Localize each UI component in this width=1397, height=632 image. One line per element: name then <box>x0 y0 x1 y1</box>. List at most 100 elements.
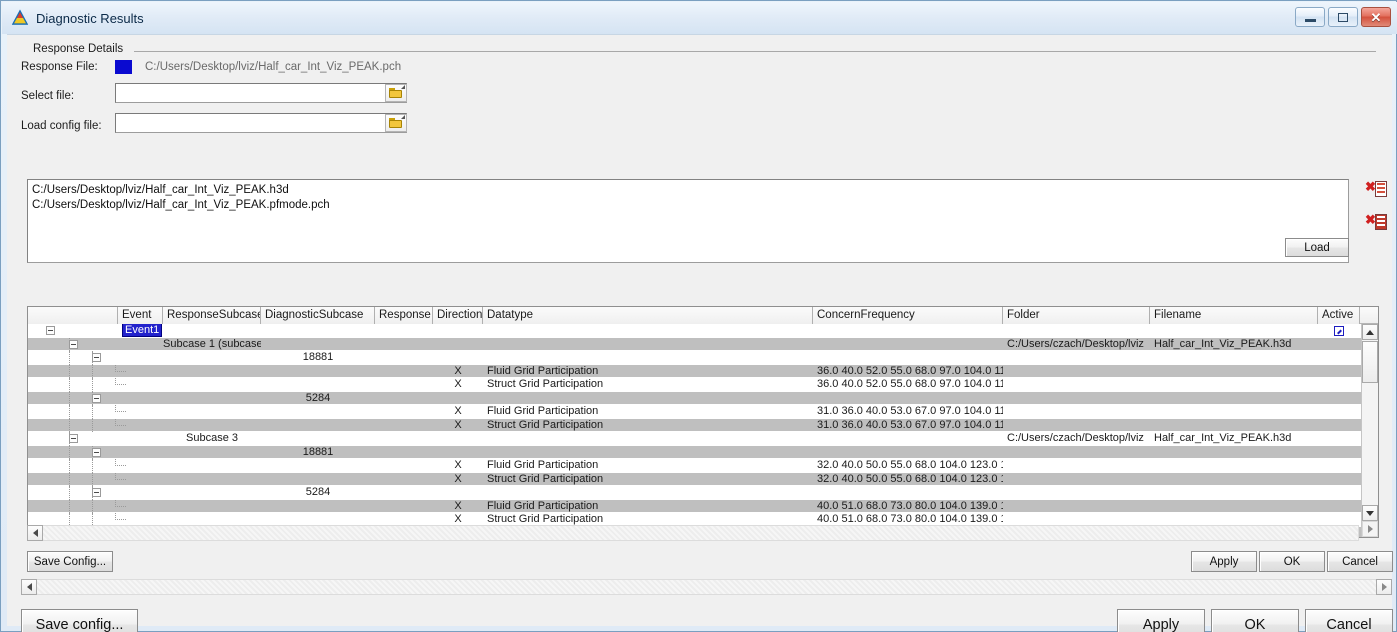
column-header-diagnosticsubcase[interactable]: DiagnosticSubcase <box>261 307 375 324</box>
tree-guide-line <box>92 459 93 473</box>
cell-datatype: Fluid Grid Participation <box>487 459 599 471</box>
load-config-browse-button[interactable] <box>385 114 407 132</box>
folder-browse-icon <box>388 85 405 99</box>
hypermesh-triangle-icon <box>11 9 29 27</box>
load-config-file-input[interactable] <box>115 113 407 133</box>
scroll-down-icon[interactable] <box>1362 505 1378 521</box>
outer-apply-button[interactable]: Apply <box>1117 609 1205 632</box>
cell-datatype: Fluid Grid Participation <box>487 405 599 417</box>
table-row[interactable]: X Struct Grid Participation 31.0 36.0 40.0… <box>28 418 1378 432</box>
table-horizontal-scrollbar[interactable] <box>27 525 1359 541</box>
tree-guide-line <box>69 472 70 486</box>
column-header-blank[interactable] <box>28 307 118 324</box>
inner-ok-button[interactable]: OK <box>1259 551 1325 572</box>
tree-guide-line <box>69 486 70 500</box>
table-row[interactable]: Event1 <box>28 324 1378 338</box>
cell-direction: X <box>454 499 462 512</box>
response-file-path: C:/Users/Desktop/lviz/Half_car_Int_Viz_P… <box>145 61 402 73</box>
delete-selected-file-icon[interactable]: ✖ <box>1365 179 1387 199</box>
table-row[interactable]: 18881 <box>28 351 1378 365</box>
minimize-icon[interactable] <box>1295 7 1325 27</box>
cell-diagnosticsubcase: 5284 <box>305 391 331 404</box>
outer-cancel-button[interactable]: Cancel <box>1305 609 1393 632</box>
table-row[interactable]: X Fluid Grid Participation 31.0 36.0 40.0 … <box>28 405 1378 419</box>
selected-cell-text: Event1 <box>122 324 163 337</box>
dialog-horizontal-scrollbar[interactable] <box>21 579 1392 595</box>
inner-cancel-button[interactable]: Cancel <box>1327 551 1393 572</box>
table-row[interactable]: 5284 <box>28 391 1378 405</box>
column-header-direction[interactable]: Direction <box>433 307 483 324</box>
cell-diagnosticsubcase: 18881 <box>302 351 334 363</box>
outer-save-config-button[interactable]: Save config... <box>21 609 138 632</box>
window-frame: Diagnostic Results ✕ Response Details Re… <box>0 0 1397 632</box>
table-row[interactable]: X Struct Grid Participation 36.0 40.0 52.0… <box>28 378 1378 392</box>
cell-datatype: Struct Grid Participation <box>487 472 604 485</box>
tree-expander-icon[interactable] <box>69 434 78 443</box>
cell-datatype: Struct Grid Participation <box>487 418 604 431</box>
response-file-color-swatch[interactable] <box>115 60 132 74</box>
tree-guide-line <box>92 418 93 432</box>
tree-elbow-line <box>115 364 126 372</box>
cell-concernfrequency: 36.0 40.0 52.0 55.0 68.0 97.0 104.0 112.… <box>817 364 1003 377</box>
tree-guide-line <box>69 499 70 513</box>
table-row[interactable]: 5284 <box>28 486 1378 500</box>
column-header-response[interactable]: Response <box>375 307 433 324</box>
column-header-filename[interactable]: Filename <box>1150 307 1318 324</box>
scroll-up-icon[interactable] <box>1362 324 1378 340</box>
outer-ok-button[interactable]: OK <box>1211 609 1299 632</box>
column-header-active[interactable]: Active <box>1318 307 1360 324</box>
table-row[interactable]: X Fluid Grid Participation 32.0 40.0 50.0 … <box>28 459 1378 473</box>
tree-expander-icon[interactable] <box>69 339 78 349</box>
table-row[interactable]: Subcase 3 C:/Users/czach/Desktop/lviz Half… <box>28 432 1378 446</box>
inner-save-config-button[interactable]: Save Config... <box>27 551 113 572</box>
cell-concernfrequency: 32.0 40.0 50.0 55.0 68.0 104.0 123.0 153… <box>817 472 1003 485</box>
tree-expander-icon[interactable] <box>92 353 101 362</box>
table-row[interactable]: X Struct Grid Participation 32.0 40.0 50.0… <box>28 472 1378 486</box>
scroll-left-icon[interactable] <box>27 525 43 541</box>
dialog-scroll-left-icon[interactable] <box>21 579 37 595</box>
tree-guide-line <box>69 378 70 392</box>
scroll-corner-icon <box>1362 521 1378 537</box>
delete-all-files-icon[interactable]: ✖ <box>1365 212 1387 232</box>
tree-guide-line <box>69 445 70 459</box>
column-header-concernfrequency[interactable]: ConcernFrequency <box>813 307 1003 324</box>
column-header-datatype[interactable]: Datatype <box>483 307 813 324</box>
select-file-input[interactable] <box>115 83 407 103</box>
table-row[interactable]: X Fluid Grid Participation 36.0 40.0 52.0 … <box>28 364 1378 378</box>
column-header-folder[interactable]: Folder <box>1003 307 1150 324</box>
table-vertical-scrollbar[interactable] <box>1361 324 1378 537</box>
loaded-files-list[interactable]: C:/Users/Desktop/lviz/Half_car_Int_Viz_P… <box>27 179 1349 263</box>
dialog-scroll-right-icon[interactable] <box>1376 579 1392 595</box>
select-file-label: Select file: <box>21 90 75 102</box>
cell-folder: C:/Users/czach/Desktop/lviz <box>1007 337 1144 350</box>
close-icon[interactable]: ✕ <box>1361 7 1391 27</box>
tree-expander-icon[interactable] <box>92 447 101 457</box>
table-row[interactable]: Subcase 1 (subcase1) C:/Users/czach/Deskt… <box>28 337 1378 351</box>
column-header-event[interactable]: Event <box>118 307 163 324</box>
table-row[interactable]: X Fluid Grid Participation 40.0 51.0 68.0 … <box>28 499 1378 513</box>
select-file-browse-button[interactable] <box>385 84 407 102</box>
column-header-responsesubcase[interactable]: ResponseSubcase <box>163 307 261 324</box>
table-row[interactable]: 18881 <box>28 445 1378 459</box>
tree-elbow-line <box>115 513 126 520</box>
active-checkbox[interactable] <box>1334 326 1344 336</box>
group-divider <box>134 51 1376 52</box>
tree-guide-line <box>69 418 70 432</box>
tree-elbow-line <box>115 472 126 480</box>
load-button[interactable]: Load <box>1285 238 1349 257</box>
inner-apply-button[interactable]: Apply <box>1191 551 1257 572</box>
vertical-scroll-thumb[interactable] <box>1362 341 1378 383</box>
response-file-label: Response File: <box>21 61 98 73</box>
tree-elbow-line <box>115 499 126 507</box>
cell-direction: X <box>454 405 462 417</box>
tree-expander-icon[interactable] <box>92 488 101 497</box>
maximize-icon[interactable] <box>1328 7 1358 27</box>
cell-datatype: Struct Grid Participation <box>487 378 604 390</box>
file-list-item[interactable]: C:/Users/Desktop/lviz/Half_car_Int_Viz_P… <box>32 198 1344 213</box>
folder-browse-icon <box>388 115 405 129</box>
tree-expander-icon[interactable] <box>46 326 55 335</box>
title-bar[interactable]: Diagnostic Results ✕ <box>2 2 1397 34</box>
tree-expander-icon[interactable] <box>92 393 101 403</box>
file-list-item[interactable]: C:/Users/Desktop/lviz/Half_car_Int_Viz_P… <box>32 183 1344 198</box>
tree-guide-line <box>69 391 70 405</box>
